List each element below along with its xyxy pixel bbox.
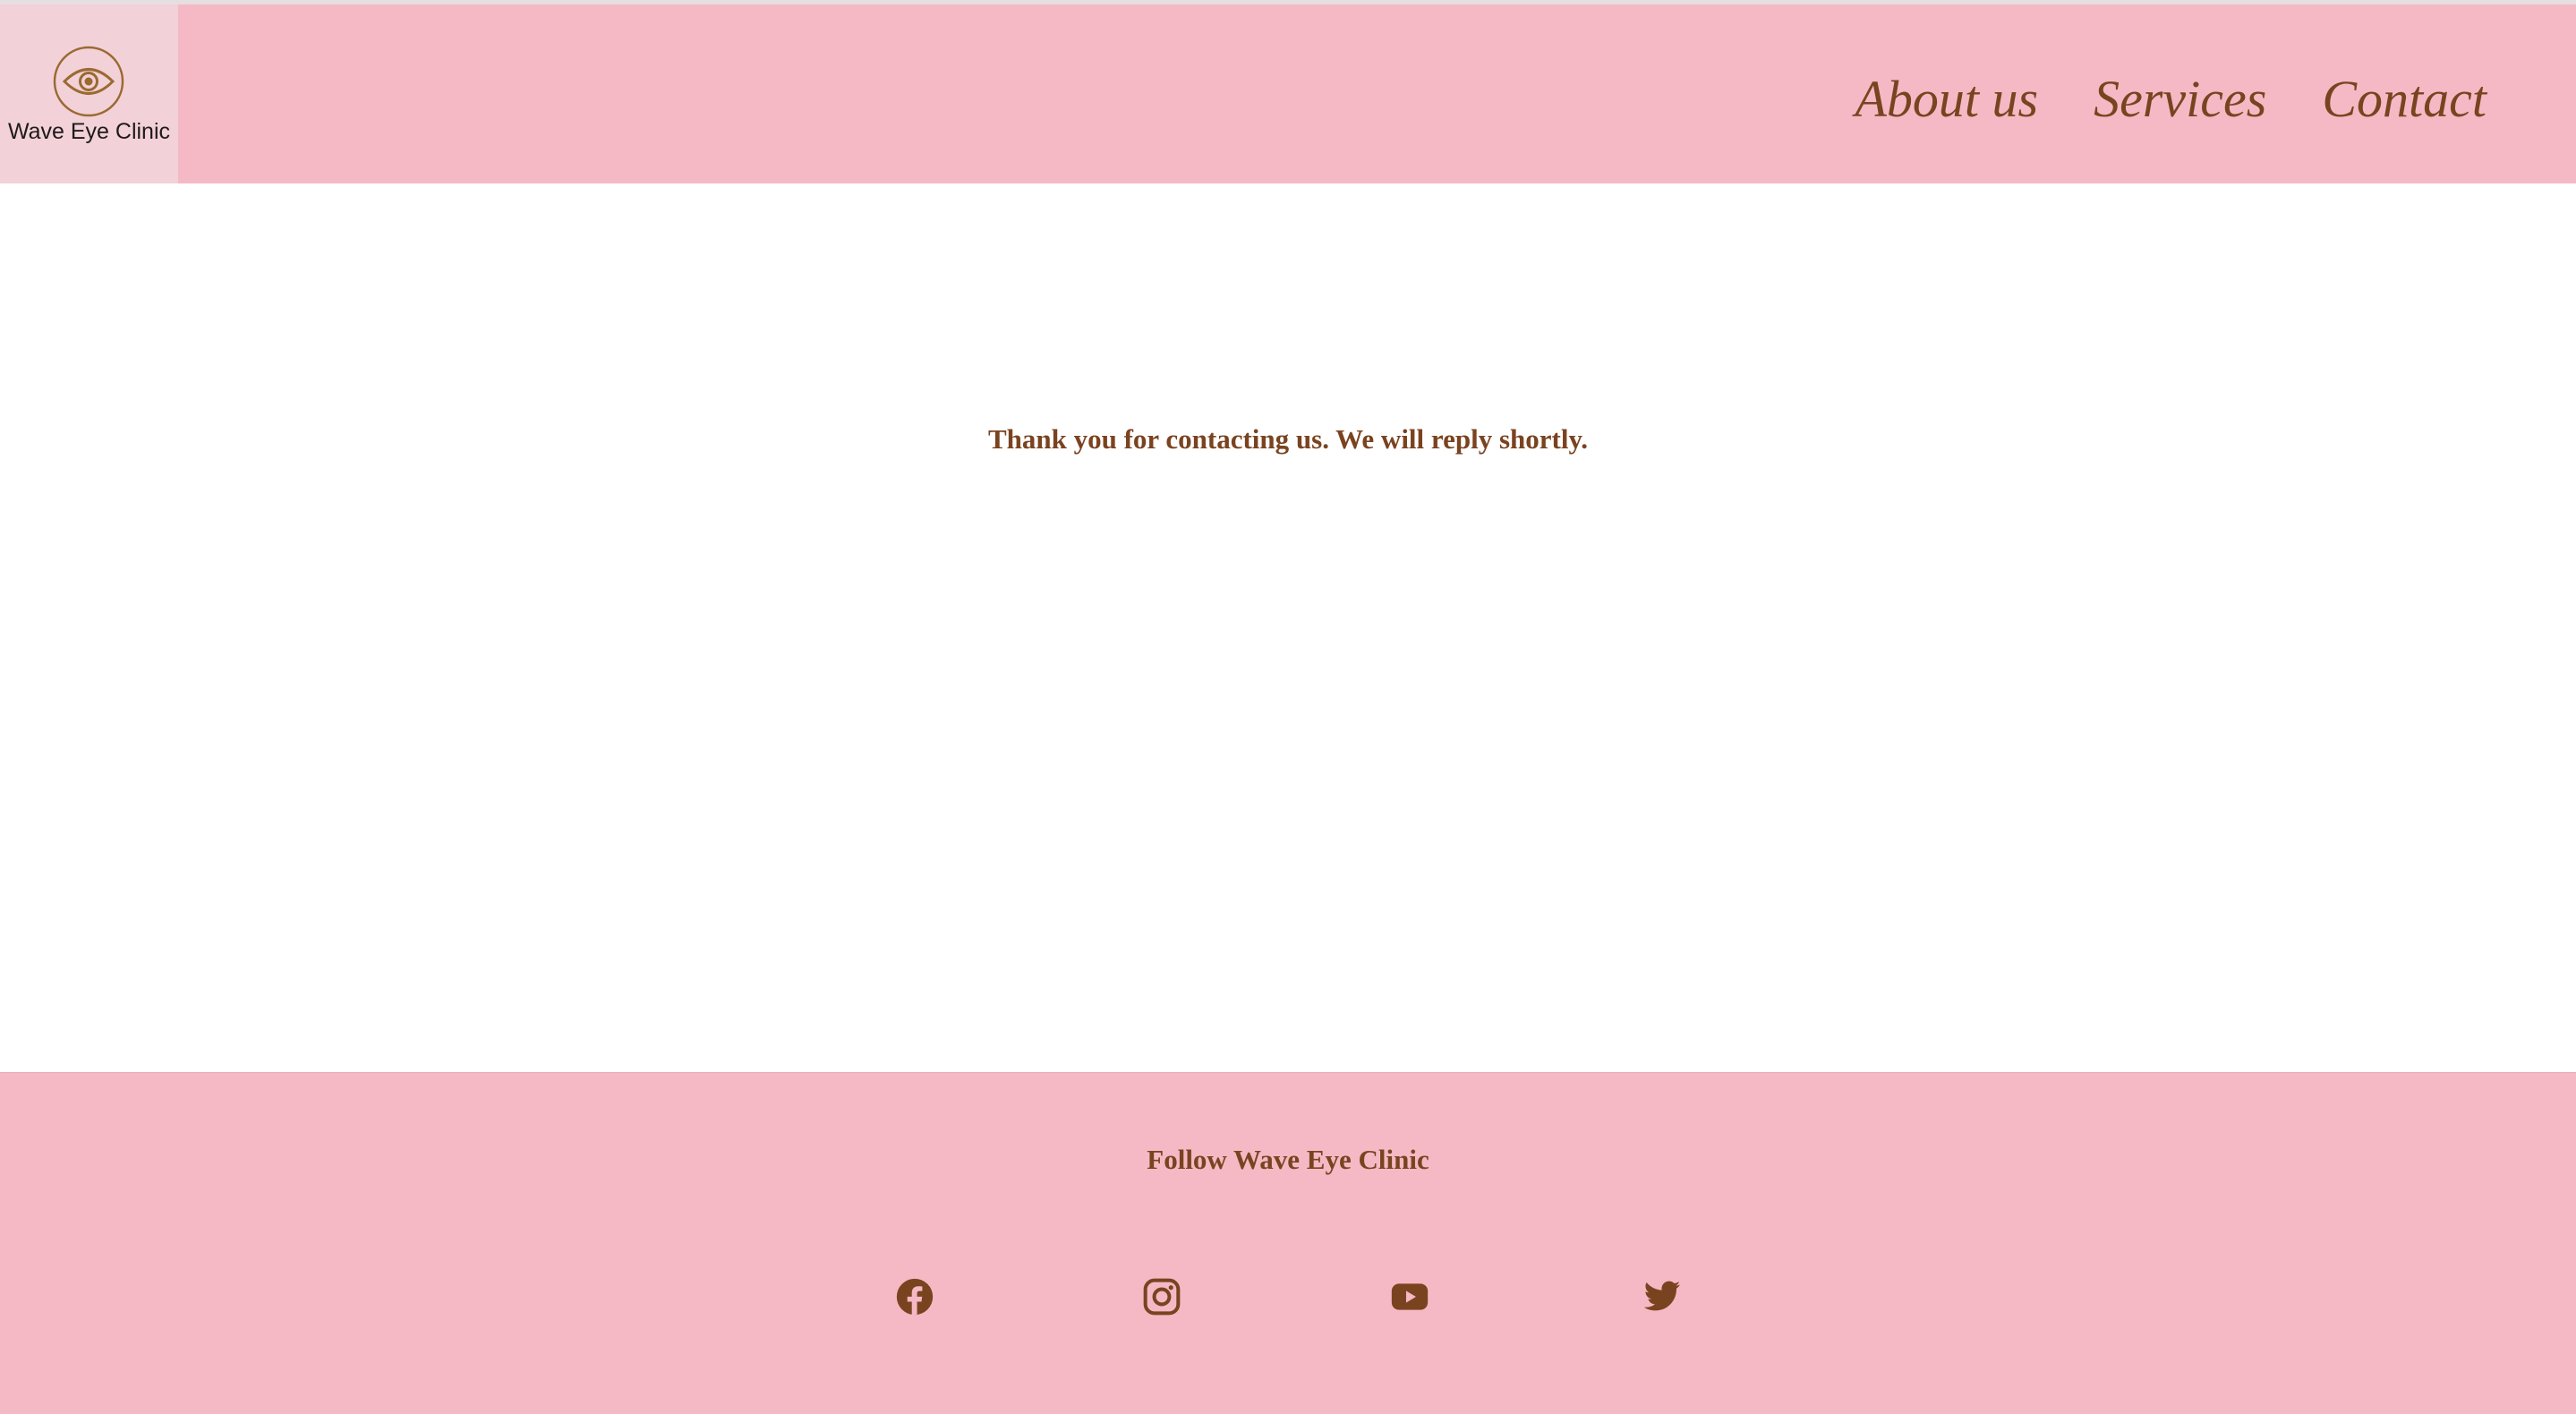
site-footer: Follow Wave Eye Clinic [0, 1072, 2576, 1414]
eye-icon [53, 46, 124, 117]
nav-contact[interactable]: Contact [2322, 64, 2486, 135]
youtube-icon[interactable] [1390, 1277, 1429, 1316]
site-header: Wave Eye Clinic About us Services Contac… [0, 4, 2576, 183]
confirmation-message: Thank you for contacting us. We will rep… [987, 423, 1589, 455]
logo[interactable]: Wave Eye Clinic [0, 4, 178, 183]
main-nav: About us Services Contact [1855, 64, 2486, 135]
nav-about-us[interactable]: About us [1855, 64, 2038, 135]
facebook-icon[interactable] [895, 1277, 934, 1316]
follow-heading: Follow Wave Eye Clinic [1147, 1144, 1429, 1175]
logo-text: Wave Eye Clinic [7, 119, 171, 144]
nav-services[interactable]: Services [2094, 64, 2266, 135]
instagram-icon[interactable] [1142, 1277, 1181, 1316]
main-content: Thank you for contacting us. We will rep… [0, 183, 2576, 1072]
twitter-icon[interactable] [1642, 1277, 1682, 1316]
